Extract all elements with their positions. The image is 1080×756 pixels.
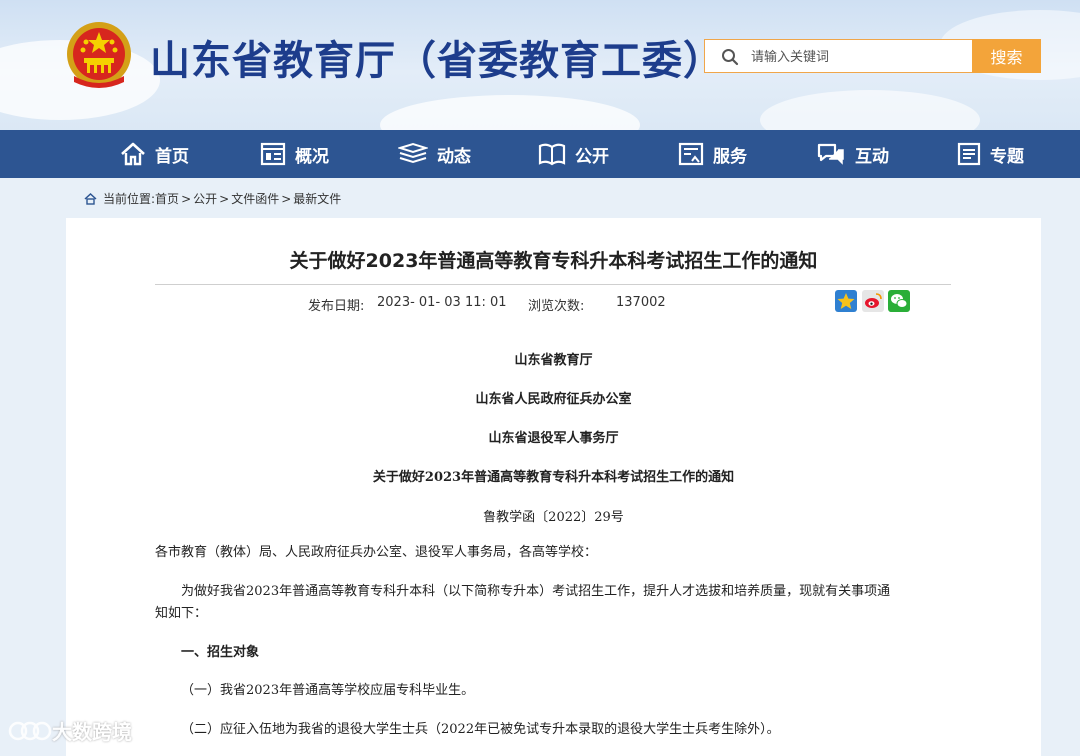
chat-icon	[817, 143, 844, 165]
breadcrumb-separator: >	[281, 191, 292, 206]
weibo-icon[interactable]	[862, 290, 884, 312]
breadcrumb-public[interactable]: 公开	[193, 190, 217, 207]
breadcrumb: 当前位置: 首页 > 公开 > 文件函件 > 最新文件	[84, 190, 341, 207]
intro-paragraph-line2: 知如下：	[155, 606, 208, 621]
title-divider	[155, 284, 951, 285]
nav-item-label: 首页	[155, 146, 189, 167]
list-item: （一）我省2023年普通高等学校应届专科毕业生。	[181, 683, 475, 698]
issuer-3: 山东省退役军人事务厅	[488, 431, 619, 446]
national-emblem-icon	[67, 22, 131, 88]
service-icon	[678, 142, 704, 166]
addressee: 各市教育（教体）局、人民政府征兵办公室、退役军人事务局，各高等学校：	[155, 545, 598, 560]
breadcrumb-prefix: 当前位置:	[103, 192, 156, 206]
search-input[interactable]	[749, 40, 969, 74]
news-icon	[398, 142, 428, 164]
article-panel: 关于做好2023年普通高等教育专科升本科考试招生工作的通知 发布日期: 2023…	[66, 218, 1041, 756]
article-title: 关于做好2023年普通高等教育专科升本科考试招生工作的通知	[289, 250, 818, 272]
document-number: 鲁教学函〔2022〕29号	[483, 510, 624, 525]
watermark-text: 大数跨境	[52, 720, 132, 744]
nav-item-label: 概况	[295, 146, 329, 167]
location-home-icon	[84, 192, 97, 205]
publish-date: 2023- 01- 03 11: 01	[377, 295, 507, 310]
search-box	[704, 39, 972, 74]
nav-item-news[interactable]: 动态	[398, 130, 471, 178]
nav-item-label: 专题	[990, 146, 1024, 167]
qzone-icon[interactable]	[835, 290, 857, 312]
topic-icon	[957, 142, 981, 166]
book-icon	[538, 143, 566, 166]
breadcrumb-separator: >	[181, 191, 192, 206]
nav-item-service[interactable]: 服务	[678, 130, 747, 178]
breadcrumb-documents[interactable]: 文件函件	[231, 190, 279, 207]
nav-item-topic[interactable]: 专题	[957, 130, 1024, 178]
issuer-1: 山东省教育厅	[514, 353, 593, 368]
view-count: 137002	[616, 295, 666, 310]
search-icon	[722, 49, 739, 66]
issuer-2: 山东省人民政府征兵办公室	[475, 392, 632, 407]
cloud-decoration	[380, 95, 640, 130]
view-count-label: 浏览次数:	[528, 299, 585, 314]
list-item: （二）应征入伍地为我省的退役大学生士兵（2022年已被免试专升本录取的退役大学生…	[181, 722, 780, 737]
wechat-icon[interactable]	[888, 290, 910, 312]
breadcrumb-latest[interactable]: 最新文件	[293, 190, 341, 207]
nav-item-overview[interactable]: 概况	[260, 130, 329, 178]
nav-item-public[interactable]: 公开	[538, 130, 609, 178]
nav-item-label: 服务	[713, 146, 747, 167]
nav-item-label: 动态	[437, 146, 471, 167]
search-button[interactable]: 搜索	[972, 39, 1041, 73]
nav-item-home[interactable]: 首页	[120, 130, 189, 178]
breadcrumb-home[interactable]: 首页	[155, 190, 179, 207]
cloud-decoration	[760, 90, 980, 130]
site-title: 山东省教育厅（省委教育工委）	[150, 38, 724, 84]
publish-date-label: 发布日期:	[308, 299, 365, 314]
watermark-logo-icon	[8, 721, 52, 740]
nav-item-label: 互动	[855, 146, 889, 167]
overview-icon	[260, 142, 286, 166]
watermark: 大数跨境	[8, 716, 132, 745]
document-title: 关于做好2023年普通高等教育专科升本科考试招生工作的通知	[372, 470, 735, 485]
site-header: 山东省教育厅（省委教育工委） 搜索	[0, 0, 1080, 130]
intro-paragraph-line1: 为做好我省2023年普通高等教育专科升本科（以下简称专升本）考试招生工作，提升人…	[181, 584, 891, 599]
nav-item-interact[interactable]: 互动	[816, 130, 889, 178]
home-icon	[121, 142, 145, 166]
main-nav: 首页 概况 动态 公开 服务 互动 专题	[0, 130, 1080, 178]
breadcrumb-separator: >	[219, 191, 230, 206]
nav-item-label: 公开	[575, 146, 609, 167]
section-heading: 一、招生对象	[181, 645, 260, 660]
